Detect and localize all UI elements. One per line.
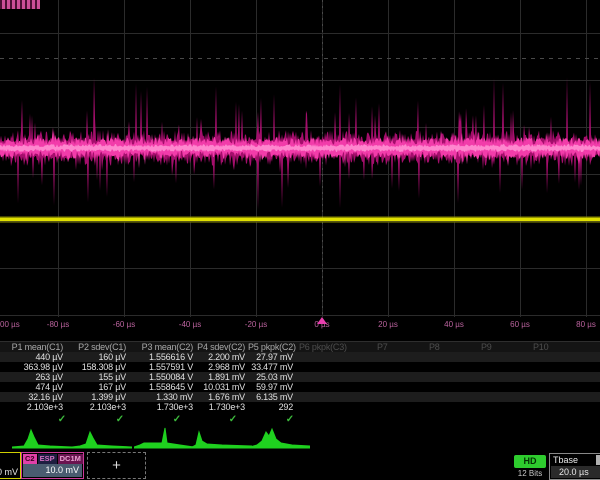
x-axis-label: 60 µs <box>510 320 530 329</box>
histicon-p3[interactable] <box>134 426 194 449</box>
measure-cell-p1-value: 440 µV <box>0 352 66 362</box>
trigger-position-marker[interactable] <box>317 317 327 324</box>
oscilloscope-screen: 00 µs-80 µs-60 µs-40 µs-20 µs0 µs20 µs40… <box>0 0 600 480</box>
bit-resolution-label: 12 Bits <box>510 469 550 478</box>
histicon-shape <box>134 428 194 448</box>
measure-header-p1[interactable]: P1 mean(C1) <box>0 342 66 352</box>
measure-cell-p5-max: 59.97 mV <box>248 382 296 392</box>
x-axis-label: -40 µs <box>179 320 201 329</box>
c2-esp-badge: ESP <box>38 454 57 464</box>
measure-cell-p2-value: 160 µV <box>66 352 129 362</box>
measure-header-dim[interactable]: P7 <box>377 342 388 352</box>
measure-row-num: 2.103e+32.103e+31.730e+31.730e+3292 <box>0 402 600 412</box>
measure-cell-p5-num: 292 <box>248 402 296 412</box>
measure-row-max: 474 µV167 µV1.558645 V10.031 mV59.97 mV <box>0 382 600 392</box>
c2-coupling-badge: DC1M <box>58 454 83 464</box>
x-axis-label: -60 µs <box>113 320 135 329</box>
hd-mode-badge[interactable]: HD <box>514 455 546 468</box>
measure-header-p4[interactable]: P4 sdev(C2) <box>196 342 248 352</box>
c2-channel-badge: C2 <box>23 454 37 464</box>
measure-cell-p4-num: 1.730e+3 <box>196 402 248 412</box>
measurement-header-row: P1 mean(C1)P2 sdev(C1)P3 mean(C2)P4 sdev… <box>0 342 600 352</box>
channel-c2-descriptor[interactable]: C2 ESP DC1M 10.0 mV <box>21 452 84 479</box>
c2-volts-per-div: 10.0 mV <box>23 464 82 477</box>
add-trace-button[interactable]: + <box>87 452 146 479</box>
measure-cell-p3-max: 1.558645 V <box>129 382 196 392</box>
x-axis-label: 00 µs <box>0 320 20 329</box>
measure-header-p3[interactable]: P3 mean(C2) <box>129 342 196 352</box>
measure-cell-p3-num: 1.730e+3 <box>129 402 196 412</box>
histicon-p1[interactable] <box>12 426 72 449</box>
measure-row-sdev: 32.16 µV1.399 µV1.330 mV1.676 mV6.135 mV <box>0 392 600 402</box>
histicon-shape <box>192 432 252 448</box>
histicon-p5[interactable] <box>250 426 310 449</box>
measure-cell-p2-max: 167 µV <box>66 382 129 392</box>
measure-cell-p3-mean: 1.557591 V <box>129 362 196 372</box>
measure-status-check-icon: ✓ <box>229 414 237 425</box>
measure-cell-p1-max: 474 µV <box>0 382 66 392</box>
measure-cell-p2-sdev: 1.399 µV <box>66 392 129 402</box>
measure-cell-p3-min: 1.550084 V <box>129 372 196 382</box>
measure-cell-p1-sdev: 32.16 µV <box>0 392 66 402</box>
measure-cell-p1-num: 2.103e+3 <box>0 402 66 412</box>
timebase-descriptor[interactable]: Tbase 20.0 µs <box>549 453 600 480</box>
x-axis-label: 20 µs <box>378 320 398 329</box>
measure-cell-p4-sdev: 1.676 mV <box>196 392 248 402</box>
measure-cell-p4-value: 2.200 mV <box>196 352 248 362</box>
measure-header-dim[interactable]: P9 <box>481 342 492 352</box>
measure-header-dim[interactable]: P8 <box>429 342 440 352</box>
measure-cell-p4-min: 1.891 mV <box>196 372 248 382</box>
measure-cell-p5-sdev: 6.135 mV <box>248 392 296 402</box>
x-axis-label: 80 µs <box>576 320 596 329</box>
measure-row-mean: 363.98 µV158.308 µV1.557591 V2.968 mV33.… <box>0 362 600 372</box>
measure-cell-p4-mean: 2.968 mV <box>196 362 248 372</box>
measure-cell-p5-mean: 33.477 mV <box>248 362 296 372</box>
x-axis-label: 40 µs <box>444 320 464 329</box>
histicon-shape <box>12 430 72 448</box>
measure-cell-p2-mean: 158.308 µV <box>66 362 129 372</box>
waveform-plot[interactable] <box>0 0 600 317</box>
measure-header-dim[interactable]: P6 pkpk(C3) <box>299 342 347 352</box>
measure-cell-p5-value: 27.97 mV <box>248 352 296 362</box>
measure-status-check-icon: ✓ <box>173 414 181 425</box>
measure-cell-p1-min: 263 µV <box>0 372 66 382</box>
measure-cell-p5-min: 25.03 mV <box>248 372 296 382</box>
c1-volts-per-div: 50.0 mV <box>0 467 18 477</box>
measure-header-dim[interactable]: P10 <box>533 342 548 352</box>
x-axis-label: -80 µs <box>47 320 69 329</box>
measure-cell-p3-sdev: 1.330 mV <box>129 392 196 402</box>
measure-status-check-icon: ✓ <box>286 414 294 425</box>
measure-row-value: 440 µV160 µV1.556616 V2.200 mV27.97 mV <box>0 352 600 362</box>
x-axis-label: -20 µs <box>245 320 267 329</box>
trigger-icon <box>596 455 600 465</box>
c1-trace[interactable] <box>0 218 600 222</box>
measure-cell-p3-value: 1.556616 V <box>129 352 196 362</box>
measure-cell-p2-num: 2.103e+3 <box>66 402 129 412</box>
histicon-shape <box>72 432 132 448</box>
measure-status-check-icon: ✓ <box>116 414 124 425</box>
timebase-value: 20.0 µs <box>551 466 600 478</box>
measure-row-min: 263 µV155 µV1.550084 V1.891 mV25.03 mV <box>0 372 600 382</box>
trace-annotation-badge <box>0 0 40 9</box>
histicon-p4[interactable] <box>192 426 252 449</box>
measure-header-p2[interactable]: P2 sdev(C1) <box>66 342 129 352</box>
measure-header-p5[interactable]: P5 pkpk(C2) <box>248 342 296 352</box>
channel-c1-descriptor[interactable]: DC1M 50.0 mV <box>0 452 21 479</box>
measure-status-check-icon: ✓ <box>58 414 66 425</box>
measure-cell-p2-min: 155 µV <box>66 372 129 382</box>
histicon-p2[interactable] <box>72 426 132 449</box>
timebase-label: Tbase <box>553 455 578 465</box>
histicon-shape <box>250 429 310 448</box>
measurement-table: P1 mean(C1)P2 sdev(C1)P3 mean(C2)P4 sdev… <box>0 341 600 412</box>
measure-cell-p1-mean: 363.98 µV <box>0 362 66 372</box>
measure-cell-p4-max: 10.031 mV <box>196 382 248 392</box>
